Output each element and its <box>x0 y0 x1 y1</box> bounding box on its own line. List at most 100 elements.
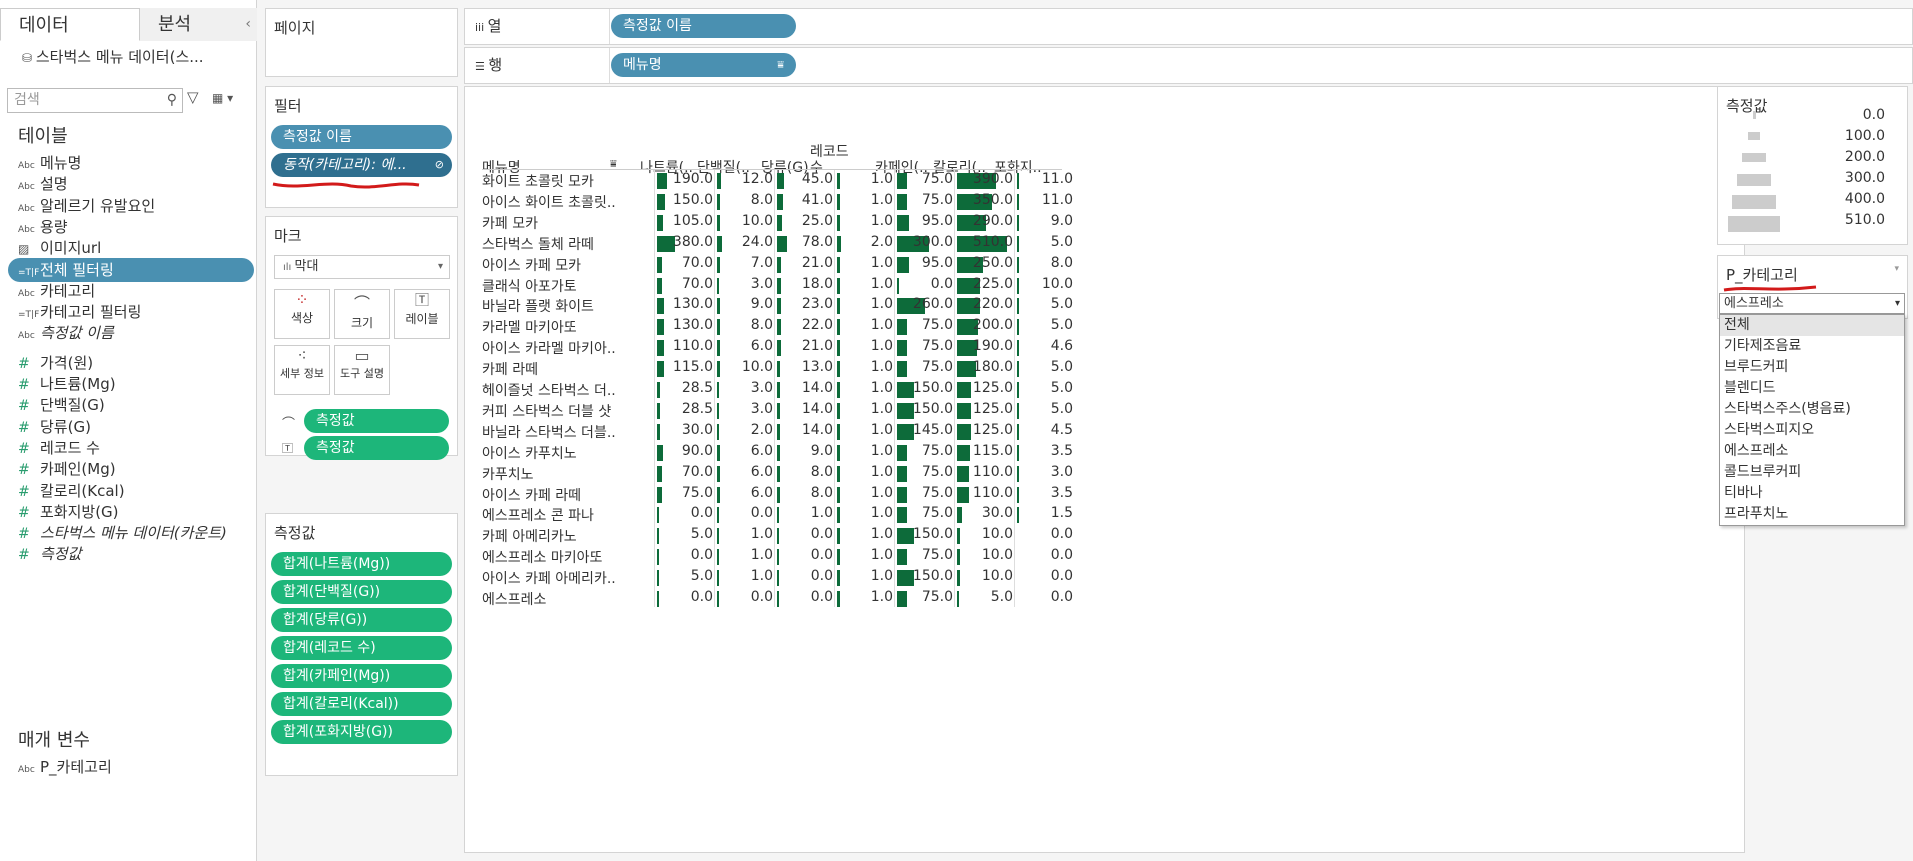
color-button[interactable]: ⁘ 색상 <box>274 289 330 339</box>
columns-label: 열 <box>487 17 502 35</box>
field-label: 용량 <box>40 217 68 236</box>
value-label: 145.0 <box>912 421 953 438</box>
param-option[interactable]: 브루드커피 <box>1720 357 1904 378</box>
view-options-icon[interactable]: ▦ ▾ <box>212 91 233 105</box>
table-row[interactable]: 바닐라 플랫 화이트 130.0 9.0 23.0 1.0 260.0 220.0 5.0 <box>482 296 1522 316</box>
table-row[interactable]: 아이스 카페 모카 70.0 7.0 21.0 1.0 95.0 250.0 8.0 <box>482 255 1522 275</box>
value-label: 14.0 <box>801 380 833 396</box>
param-option[interactable]: 티바나 <box>1720 483 1904 504</box>
value-label: 6.0 <box>750 463 773 480</box>
table-row[interactable]: 카라멜 마키아또 130.0 8.0 22.0 1.0 75.0 200.0 5.0 <box>482 317 1522 337</box>
datasource-item[interactable]: ⛁ 스타벅스 메뉴 데이터(스... <box>22 46 204 67</box>
table-row[interactable]: 클래식 아포가토 70.0 3.0 18.0 1.0 0.0 225.0 10.0 <box>482 276 1522 296</box>
table-row[interactable]: 카푸치노 70.0 6.0 8.0 1.0 75.0 110.0 3.0 <box>482 464 1522 484</box>
param-option[interactable]: 블렌디드 <box>1720 378 1904 399</box>
measure-pill[interactable]: 합계(칼로리(Kcal)) <box>271 692 452 716</box>
table-row[interactable]: 헤이즐넛 스타벅스 더.. 28.5 3.0 14.0 1.0 150.0 125.0 5.0 <box>482 380 1522 400</box>
table-row[interactable]: 커피 스타벅스 더블 샷 28.5 3.0 14.0 1.0 150.0 125.0 5.0 <box>482 401 1522 421</box>
value-label: 5.0 <box>990 589 1013 605</box>
measure-pill[interactable]: 합계(나트륨(Mg)) <box>271 552 452 576</box>
value-label: 8.0 <box>810 463 833 480</box>
measure-pill[interactable]: 합계(당류(G)) <box>271 608 452 632</box>
measure-values-card: 측정값 합계(나트륨(Mg)) 합계(단백질(G)) 합계(당류(G)) 합계(레코드… <box>265 513 458 776</box>
filter-pill-action-category[interactable]: 동작(카테고리): 에... ⊘ <box>271 153 452 177</box>
value-label: 115.0 <box>972 442 1013 459</box>
mark-type-select[interactable]: ılı 막대 ▾ <box>274 255 450 279</box>
measure-pill[interactable]: 합계(레코드 수) <box>271 636 452 660</box>
detail-button[interactable]: ⁖ 세부 정보 <box>274 345 330 395</box>
filter-icon[interactable]: ▽ <box>187 88 199 106</box>
table-row[interactable]: 아이스 카푸치노 90.0 6.0 9.0 1.0 75.0 115.0 3.5 <box>482 443 1522 463</box>
measure-pill[interactable]: 합계(포화지방(G)) <box>271 720 452 744</box>
size-button[interactable]: ⌒ 크기 <box>334 289 390 339</box>
value-label: 95.0 <box>921 254 953 271</box>
measure-pill[interactable]: 합계(카페인(Mg)) <box>271 664 452 688</box>
table-row[interactable]: 카페 아메리카노 5.0 1.0 0.0 1.0 150.0 10.0 0.0 <box>482 526 1522 546</box>
pages-card: 페이지 <box>265 8 458 77</box>
value-label: 10.0 <box>981 526 1013 543</box>
table-row[interactable]: 에스프레소 마키아또 0.0 1.0 0.0 1.0 75.0 10.0 0.0 <box>482 547 1522 567</box>
legend-item: 200.0 <box>1718 149 1909 170</box>
table-row[interactable]: 아이스 화이트 초콜릿.. 150.0 8.0 41.0 1.0 75.0 350.0 11.… <box>482 192 1522 212</box>
param-dropdown[interactable]: 에스프레소 ▾ <box>1719 293 1905 314</box>
table-row[interactable]: 화이트 초콜릿 모카 190.0 12.0 45.0 1.0 75.0 390.0 11.0 <box>482 171 1522 191</box>
value-label: 28.5 <box>681 380 713 396</box>
field-item[interactable]: Abc 측정값 이름 <box>18 321 114 345</box>
value-label: 75.0 <box>921 484 953 501</box>
param-option[interactable]: 프라푸치노 <box>1720 504 1904 525</box>
field-item[interactable]: ▨ 이미지url <box>18 236 101 260</box>
value-label: 1.0 <box>870 254 893 271</box>
value-label: 75.0 <box>921 317 953 334</box>
value-label: 1.0 <box>870 547 893 564</box>
row-menu-name: 바닐라 플랫 화이트 <box>482 299 594 316</box>
tab-analysis[interactable]: 분석 ‹ <box>140 8 257 41</box>
value-label: 10.0 <box>1041 275 1073 292</box>
label-button[interactable]: 🅃 레이블 <box>394 289 450 339</box>
param-field[interactable]: Abc P_카테고리 <box>18 755 112 779</box>
size-icon: ⌒ <box>353 294 370 313</box>
sort-icon: ⩸ <box>777 58 784 71</box>
columns-shelf[interactable]: iii 열 측정값 이름 <box>464 8 1913 45</box>
table-row[interactable]: 아이스 카페 아메리카.. 5.0 1.0 0.0 1.0 150.0 10.0 0.0 <box>482 568 1522 588</box>
value-label: 75.0 <box>921 191 953 208</box>
table-row[interactable]: 에스프레소 0.0 0.0 0.0 1.0 75.0 5.0 0.0 <box>482 589 1522 609</box>
param-option[interactable]: 기타제조음료 <box>1720 336 1904 357</box>
table-row[interactable]: 카페 모카 105.0 10.0 25.0 1.0 95.0 290.0 9.0 <box>482 213 1522 233</box>
param-option[interactable]: 콜드브루커피 <box>1720 462 1904 483</box>
value-label: 300.0 <box>912 233 953 250</box>
columns-pill-measure-names[interactable]: 측정값 이름 <box>611 14 796 38</box>
table-row[interactable]: 카페 라떼 115.0 10.0 13.0 1.0 75.0 180.0 5.0 <box>482 359 1522 379</box>
row-menu-name: 커피 스타벅스 더블 샷 <box>482 403 612 420</box>
param-option[interactable]: 에스프레소 <box>1720 441 1904 462</box>
table-row[interactable]: 아이스 카라멜 마키아.. 110.0 6.0 21.0 1.0 75.0 190.0 4.6 <box>482 338 1522 358</box>
value-label: 1.0 <box>750 568 773 585</box>
table-row[interactable]: 아이스 카페 라떼 75.0 6.0 8.0 1.0 75.0 110.0 3.5 <box>482 485 1522 505</box>
param-option[interactable]: 스타벅스피지오 <box>1720 420 1904 441</box>
value-label: 75.0 <box>921 442 953 459</box>
param-option[interactable]: 스타벅스주스(병음료) <box>1720 399 1904 420</box>
value-label: 380.0 <box>672 233 713 250</box>
table-row[interactable]: 바닐라 스타벅스 더블.. 30.0 2.0 14.0 1.0 145.0 125.0 4.5 <box>482 422 1522 442</box>
value-label: 14.0 <box>801 400 833 417</box>
filter-pill-measure-names[interactable]: 측정값 이름 <box>271 125 452 149</box>
measure-pill[interactable]: 합계(단백질(G)) <box>271 580 452 604</box>
collapse-icon[interactable]: ‹ <box>245 8 251 41</box>
size-measure-pill[interactable]: 측정값 <box>304 409 449 433</box>
label-measure-pill[interactable]: 측정값 <box>304 436 449 460</box>
field-item[interactable]: # 측정값 <box>18 542 81 566</box>
link-icon: ⊘ <box>434 158 444 171</box>
table-row[interactable]: 에스프레소 콘 파나 0.0 0.0 1.0 1.0 75.0 30.0 1.5 <box>482 505 1522 525</box>
search-input[interactable]: 검색 ⚲ <box>7 88 183 113</box>
param-menu-icon[interactable]: ▾ <box>1894 264 1899 274</box>
rows-pill-menu-name[interactable]: 메뉴명 ⩸ <box>611 53 796 77</box>
value-label: 75.0 <box>681 484 713 501</box>
value-label: 5.0 <box>1050 233 1073 250</box>
rows-shelf[interactable]: ☰ 행 메뉴명 ⩸ <box>464 47 1913 84</box>
tooltip-button[interactable]: ▭ 도구 설명 <box>334 345 390 395</box>
tab-data[interactable]: 데이터 <box>0 8 140 41</box>
field-label: 당류(G) <box>40 417 91 436</box>
value-label: 6.0 <box>750 442 773 459</box>
param-option[interactable]: 전체 <box>1720 315 1904 336</box>
table-row[interactable]: 스타벅스 돌체 라떼 380.0 24.0 78.0 2.0 300.0 510.0 5.0 <box>482 234 1522 254</box>
value-label: 2.0 <box>750 421 773 438</box>
